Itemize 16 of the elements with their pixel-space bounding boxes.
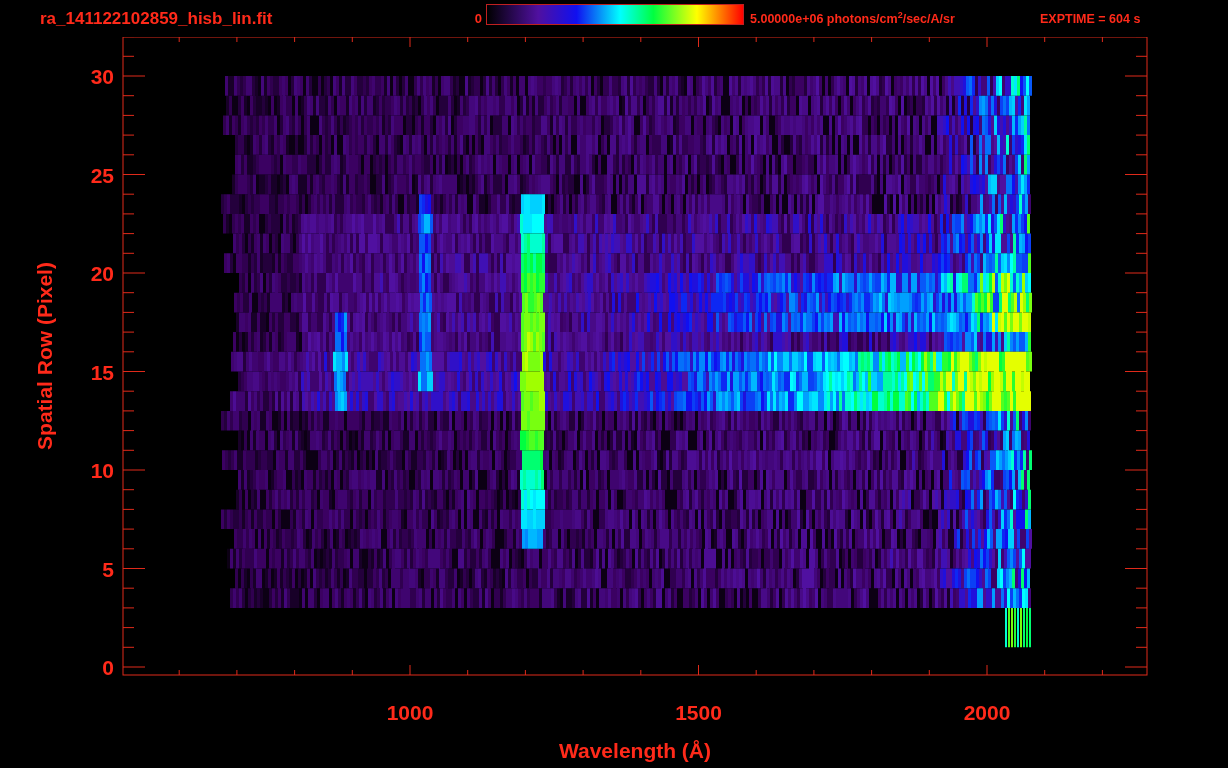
y-tick-label: 5 [102, 557, 114, 581]
y-tick-label: 20 [90, 262, 114, 285]
x-axis-label: Wavelength (Å) [558, 739, 712, 762]
file-title: ra_141122102859_hisb_lin.fit [40, 8, 274, 29]
y-tick-label: 30 [90, 65, 114, 88]
y-tick-label: 25 [90, 163, 114, 187]
x-tick-label: 1000 [386, 701, 434, 724]
scale-min-label: 0 [473, 11, 483, 26]
y-axis-label: Spatial Row (Pixel) [33, 262, 56, 450]
scale-max-label: 5.00000e+06 photons/cm$^{2}$/sec/A/sr [749, 10, 956, 27]
x-tick-label: 1500 [675, 701, 722, 724]
y-tick-label: 0 [102, 656, 114, 679]
y-tick-label: 10 [90, 459, 114, 482]
exposure-time: EXPTIME = 604 s [1040, 11, 1142, 26]
x-tick-label: 2000 [963, 701, 1011, 724]
y-tick-label: 15 [90, 360, 114, 384]
